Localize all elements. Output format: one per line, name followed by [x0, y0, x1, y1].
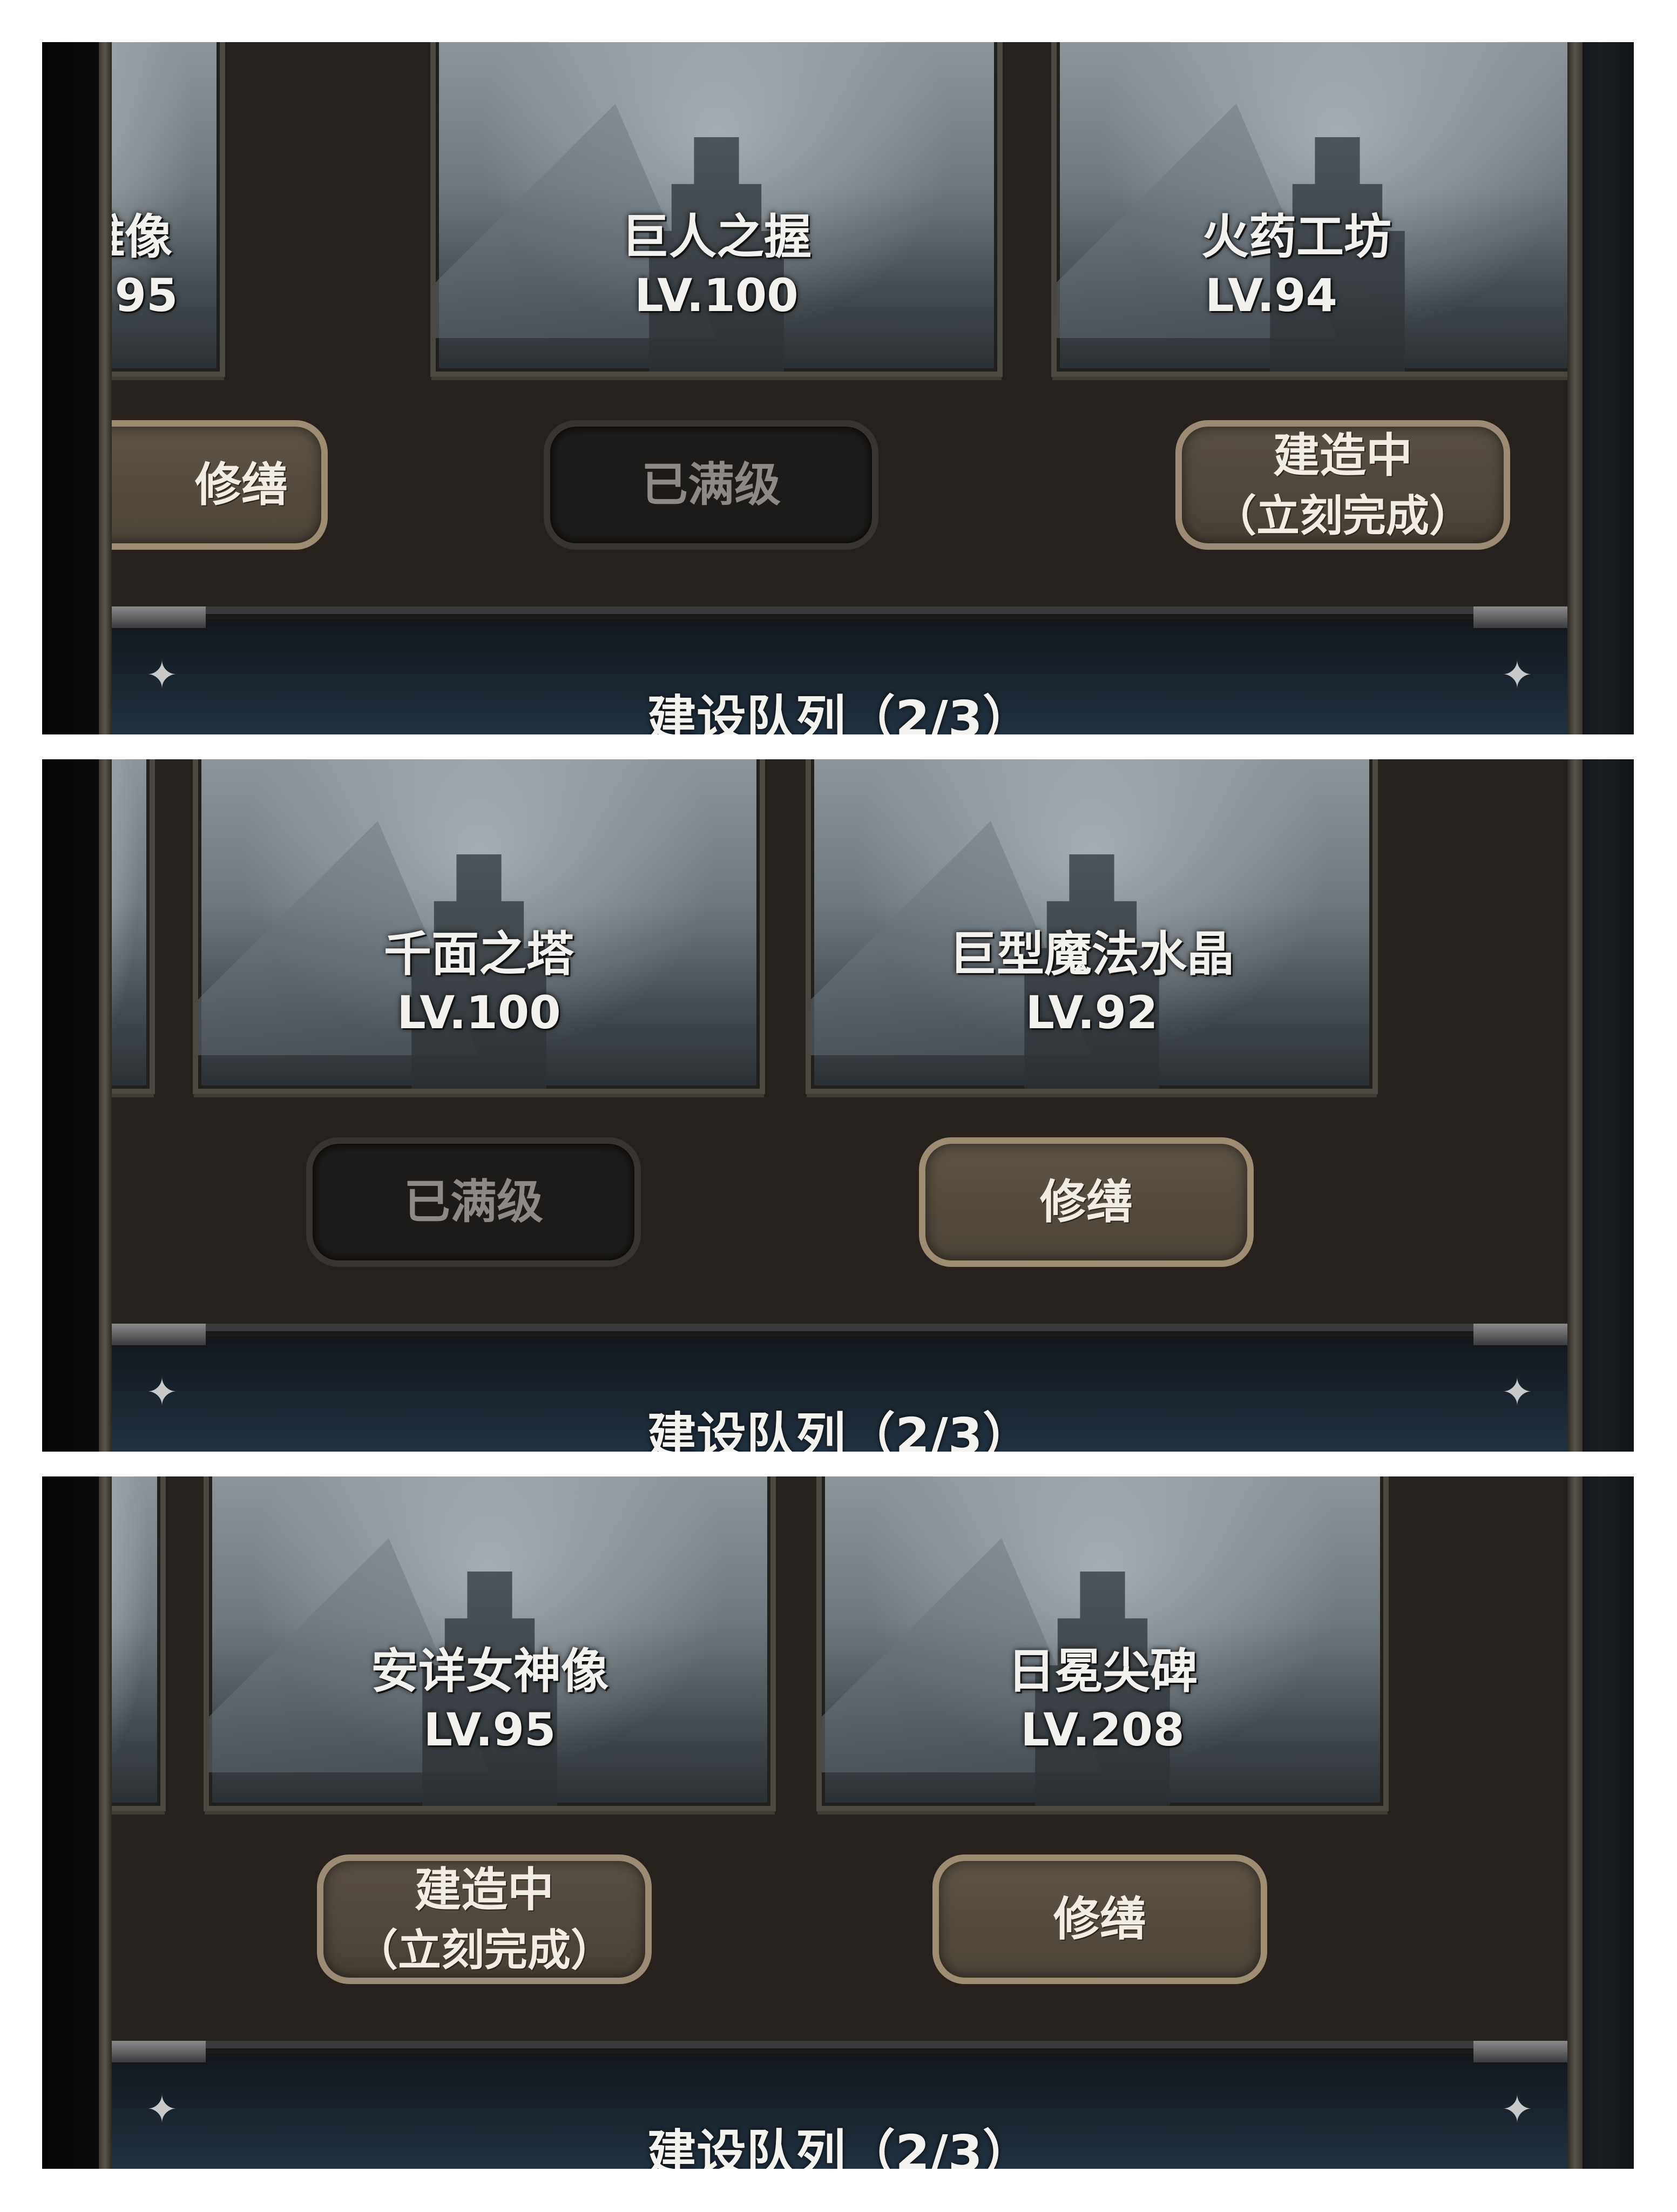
constructing-button[interactable]: 建造中 （立刻完成）	[317, 1854, 652, 1984]
frame-rail-right	[1567, 1476, 1583, 2169]
building-name: 巨型魔法水晶	[949, 926, 1234, 982]
panel-1: 王雕像 LV.95 巨人之握 LV.100 火药工坊 LV.94	[42, 42, 1634, 734]
queue-corner-ornament	[112, 606, 206, 628]
building-level: LV.100	[397, 986, 561, 1039]
building-list[interactable]: 千面之塔 LV.100 巨型魔法水晶 LV.92 已满级 修缮 ✦ ✦ 建设队列…	[112, 759, 1567, 1452]
building-name: 王雕像	[112, 209, 172, 265]
building-card-partial[interactable]	[112, 1476, 166, 1811]
building-level: LV.208	[1020, 1703, 1185, 1756]
building-card-statue[interactable]: 王雕像 LV.95	[112, 42, 225, 377]
button-label: 建造中	[415, 1863, 554, 1917]
build-queue-title: 建设队列（2/3）	[647, 1407, 1032, 1452]
building-name: 日冕尖碑	[1007, 1643, 1198, 1699]
building-level: LV.94	[1205, 269, 1337, 322]
queue-corner-ornament	[112, 2041, 206, 2062]
button-label: 修缮	[1053, 1892, 1146, 1946]
button-label: 修缮	[195, 457, 288, 512]
building-name: 安详女神像	[370, 1643, 608, 1699]
building-card-partial[interactable]	[112, 759, 155, 1094]
building-level: LV.95	[423, 1703, 556, 1756]
frame-rail-right	[1567, 42, 1583, 734]
max-level-button[interactable]: 已满级	[544, 420, 878, 550]
building-name: 火药工坊	[1201, 209, 1391, 265]
building-card-thousand-faces[interactable]: 千面之塔 LV.100	[193, 759, 765, 1094]
frame-rail-left	[99, 759, 112, 1452]
build-queue-bar[interactable]: ✦ ✦ 建设队列（2/3）	[112, 1324, 1567, 1452]
building-list[interactable]: 王雕像 LV.95 巨人之握 LV.100 火药工坊 LV.94	[112, 42, 1567, 734]
building-card-magic-crystal[interactable]: 巨型魔法水晶 LV.92	[806, 759, 1378, 1094]
repair-button[interactable]: 修缮	[112, 420, 328, 550]
repair-button[interactable]: 修缮	[932, 1854, 1267, 1984]
queue-corner-ornament	[1473, 2041, 1567, 2062]
building-card-gunpowder[interactable]: 火药工坊 LV.94	[1051, 42, 1567, 377]
button-label: 已满级	[404, 1175, 543, 1229]
building-card-giant-grip[interactable]: 巨人之握 LV.100	[430, 42, 1003, 377]
panel-3: 安详女神像 LV.95 日冕尖碑 LV.208 建造中 （立刻完成） 修缮 ✦ …	[42, 1476, 1634, 2169]
frame-rail-left	[99, 42, 112, 734]
finish-now-label: （立刻完成）	[355, 1925, 614, 1976]
build-queue-title: 建设队列（2/3）	[647, 690, 1032, 734]
constructing-button[interactable]: 建造中 （立刻完成）	[1175, 420, 1510, 550]
max-level-button[interactable]: 已满级	[306, 1137, 641, 1267]
building-name: 千面之塔	[383, 926, 574, 982]
building-level: LV.92	[1025, 986, 1158, 1039]
build-queue-bar[interactable]: ✦ ✦ 建设队列（2/3）	[112, 606, 1567, 734]
button-label: 已满级	[641, 457, 781, 512]
building-card-goddess-statue[interactable]: 安详女神像 LV.95	[204, 1476, 776, 1811]
button-label: 建造中	[1273, 428, 1412, 483]
building-list[interactable]: 安详女神像 LV.95 日冕尖碑 LV.208 建造中 （立刻完成） 修缮 ✦ …	[112, 1476, 1567, 2169]
screenshot-collage: 王雕像 LV.95 巨人之握 LV.100 火药工坊 LV.94	[0, 0, 1677, 2212]
queue-corner-ornament	[112, 1324, 206, 1345]
building-card-corona-obelisk[interactable]: 日冕尖碑 LV.208	[816, 1476, 1389, 1811]
build-queue-bar[interactable]: ✦ ✦ 建设队列（2/3）	[112, 2041, 1567, 2169]
queue-corner-ornament	[1473, 606, 1567, 628]
frame-rail-left	[99, 1476, 112, 2169]
repair-button[interactable]: 修缮	[919, 1137, 1254, 1267]
build-queue-title: 建设队列（2/3）	[647, 2125, 1032, 2169]
finish-now-label: （立刻完成）	[1213, 491, 1472, 542]
button-label: 修缮	[1040, 1175, 1133, 1229]
panel-2: 千面之塔 LV.100 巨型魔法水晶 LV.92 已满级 修缮 ✦ ✦ 建设队列…	[42, 759, 1634, 1452]
queue-corner-ornament	[1473, 1324, 1567, 1345]
building-level: LV.95	[112, 269, 178, 322]
frame-rail-right	[1567, 759, 1583, 1452]
building-name: 巨人之握	[621, 209, 812, 265]
building-level: LV.100	[634, 269, 799, 322]
